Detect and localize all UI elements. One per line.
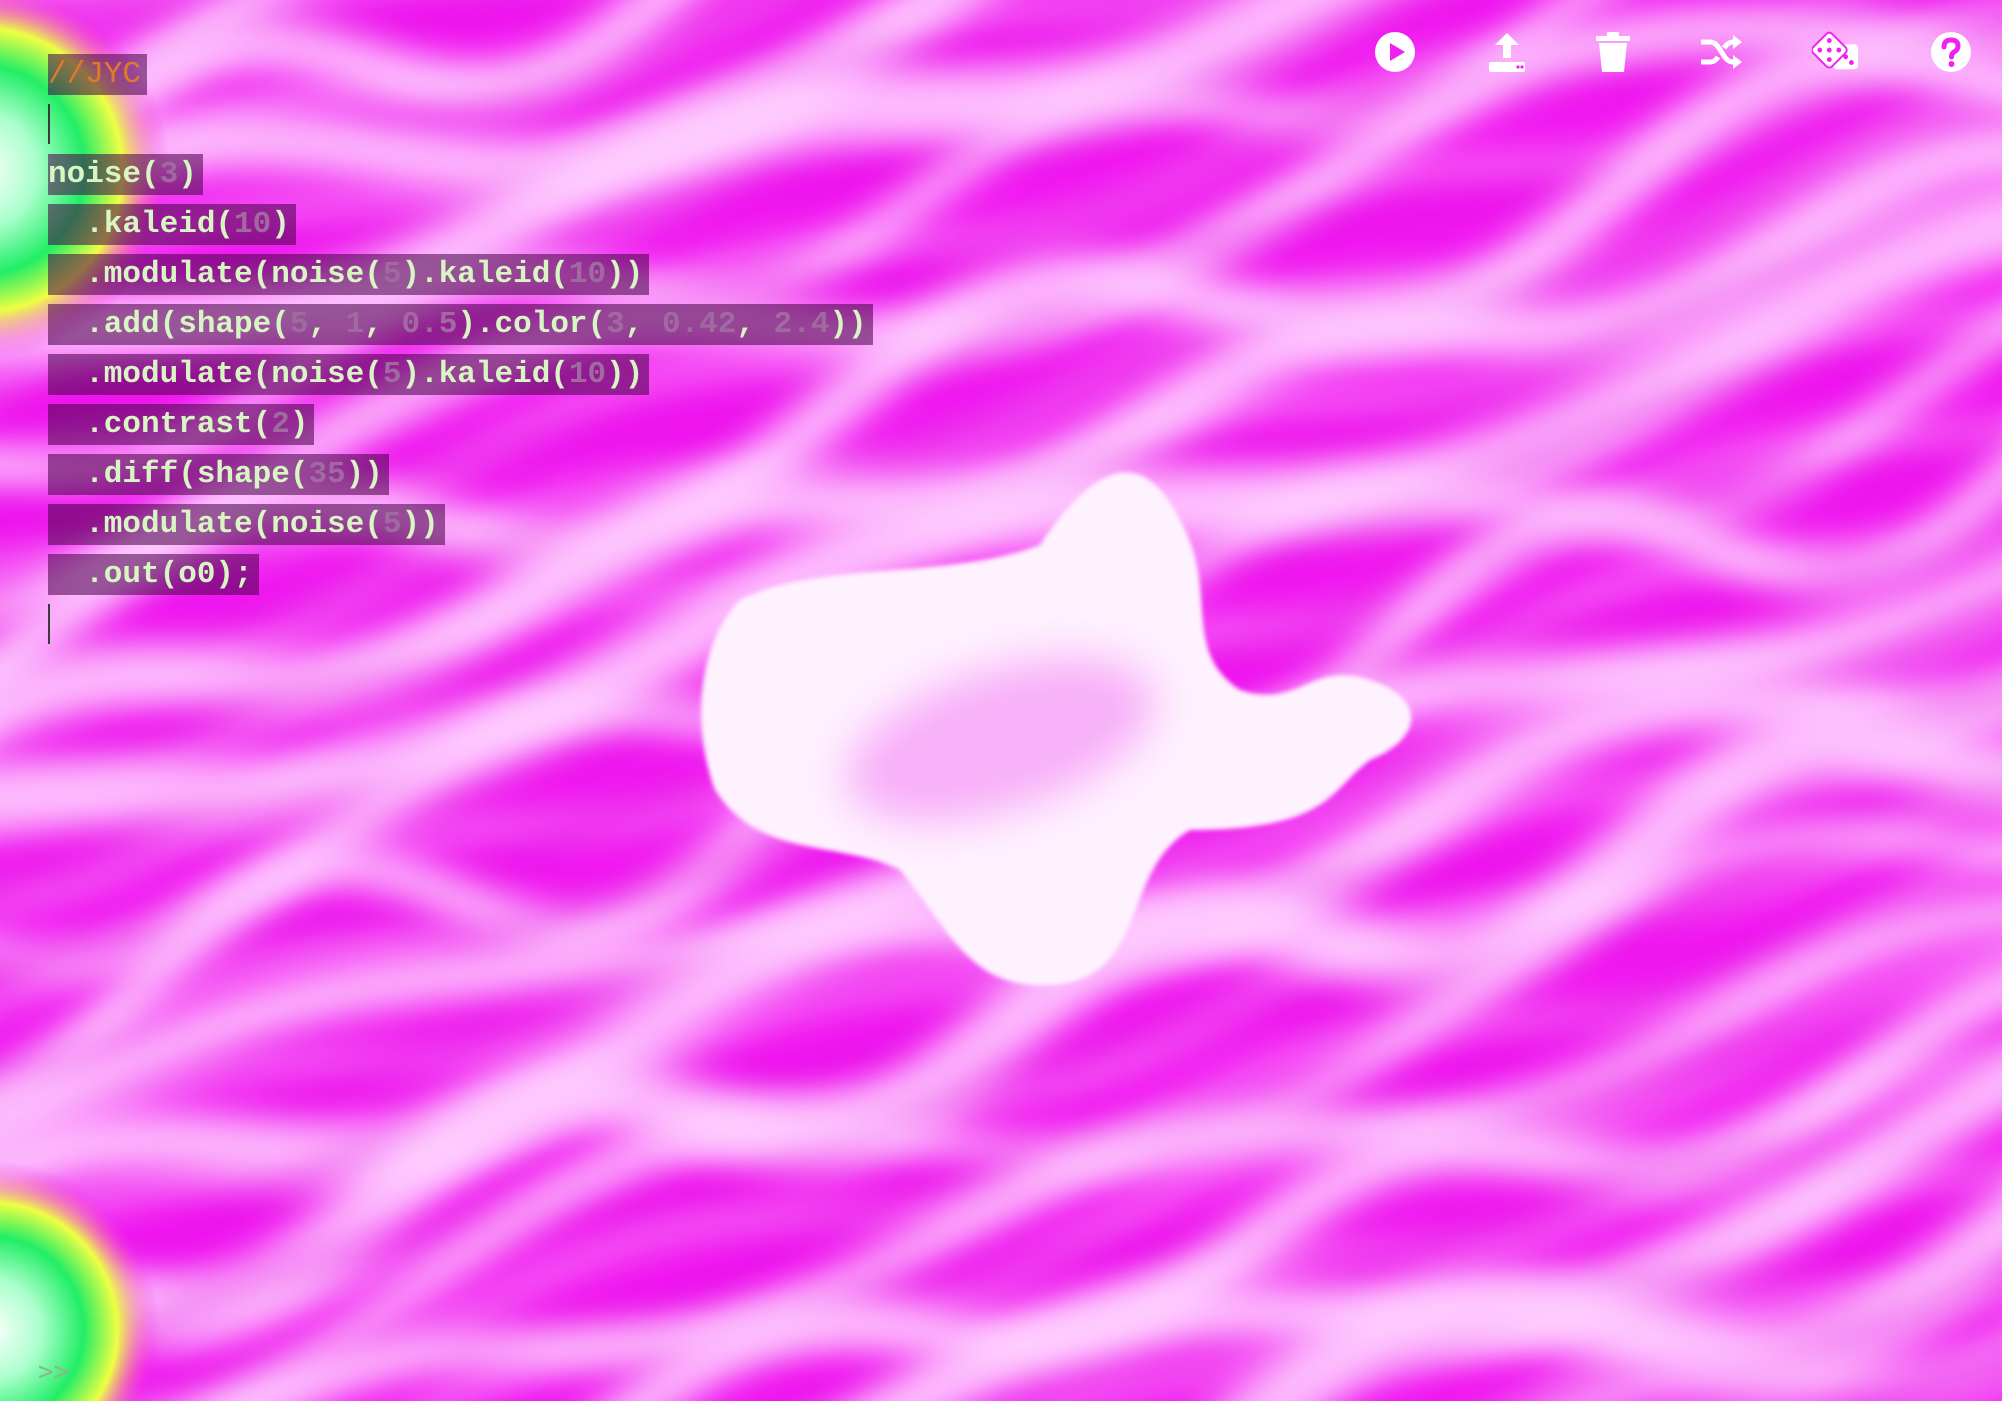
play-circle-icon — [1375, 32, 1415, 72]
code-number: 1 — [345, 307, 365, 342]
console-prompt: >> — [38, 1357, 70, 1387]
play-button[interactable] — [1370, 28, 1420, 76]
code-token: .kaleid( — [48, 207, 235, 242]
code-token: noise( — [48, 157, 160, 192]
code-line-text: .diff(shape(35)) — [48, 454, 389, 495]
code-number: 2.4 — [773, 307, 830, 342]
code-line: .modulate(noise(5).kaleid(10)) — [48, 250, 873, 300]
code-token: )) — [345, 457, 383, 492]
code-line-text: .contrast(2) — [48, 404, 315, 445]
code-editor[interactable]: //JYC noise(3) .kaleid(10) .modulate(noi… — [48, 50, 873, 650]
code-token: ) — [271, 207, 290, 242]
random-button[interactable] — [1812, 28, 1862, 76]
upload-icon — [1489, 33, 1525, 72]
shuffle-button[interactable] — [1696, 28, 1746, 76]
help-button[interactable] — [1926, 28, 1976, 76]
code-number: 0.5 — [401, 307, 458, 342]
code-line: .kaleid(10) — [48, 200, 873, 250]
code-number: 2 — [271, 407, 290, 442]
code-line: .diff(shape(35)) — [48, 450, 873, 500]
code-token: .contrast( — [48, 407, 272, 442]
code-line-empty — [48, 600, 873, 650]
text-cursor — [48, 603, 50, 644]
code-token: )) — [606, 257, 644, 292]
code-number: 10 — [234, 207, 272, 242]
code-line-text: .modulate(noise(5)) — [48, 504, 445, 545]
code-token: .modulate(noise( — [48, 257, 383, 292]
code-line: .modulate(noise(5).kaleid(10)) — [48, 350, 873, 400]
code-token: )) — [829, 307, 867, 342]
code-line: .contrast(2) — [48, 400, 873, 450]
code-number: 0.42 — [661, 307, 737, 342]
code-line-text: .out(o0); — [48, 554, 259, 595]
help-circle-icon — [1931, 32, 1971, 72]
code-line-text: .modulate(noise(5).kaleid(10)) — [48, 254, 650, 295]
code-token: .modulate(noise( — [48, 507, 383, 542]
code-line: noise(3) — [48, 150, 873, 200]
code-number: 5 — [382, 507, 402, 542]
text-cursor — [48, 103, 50, 144]
code-token: ) — [178, 157, 197, 192]
code-line-text: .add(shape(5, 1, 0.5).color(3, 0.42, 2.4… — [48, 304, 873, 345]
code-comment: //JYC — [48, 54, 148, 95]
shuffle-icon — [1701, 35, 1742, 69]
trash-icon — [1596, 32, 1630, 72]
code-line-text: .kaleid(10) — [48, 204, 296, 245]
code-line-empty — [48, 100, 873, 150]
code-token: ).kaleid( — [401, 357, 569, 392]
code-token: .add(shape( — [48, 307, 290, 342]
code-line-text: noise(3) — [48, 154, 203, 195]
code-number: 5 — [289, 307, 309, 342]
code-token: ).kaleid( — [401, 257, 569, 292]
code-token: )) — [606, 357, 644, 392]
code-token: ) — [289, 407, 309, 442]
code-token: , — [308, 307, 346, 342]
code-token: , — [736, 307, 774, 342]
code-line: .modulate(noise(5)) — [48, 500, 873, 550]
code-number: 5 — [382, 257, 402, 292]
code-token: , — [624, 307, 662, 342]
code-line-text: .modulate(noise(5).kaleid(10)) — [48, 354, 650, 395]
code-number: 35 — [308, 457, 346, 492]
code-token: .diff(shape( — [48, 457, 309, 492]
clear-button[interactable] — [1588, 28, 1638, 76]
code-line-comment: //JYC — [48, 50, 873, 100]
code-token: , — [364, 307, 402, 342]
code-lines: noise(3) .kaleid(10) .modulate(noise(5).… — [48, 150, 873, 600]
code-line: .out(o0); — [48, 550, 873, 600]
code-number: 3 — [159, 157, 179, 192]
code-token: )) — [401, 507, 439, 542]
code-number: 10 — [568, 257, 607, 292]
code-number: 3 — [606, 307, 625, 342]
code-number: 5 — [382, 357, 402, 392]
code-number: 10 — [568, 357, 607, 392]
dice-icon — [1812, 31, 1859, 70]
code-token: .out(o0); — [48, 557, 253, 592]
code-line: .add(shape(5, 1, 0.5).color(3, 0.42, 2.4… — [48, 300, 873, 350]
code-token: ).color( — [457, 307, 607, 342]
upload-button[interactable] — [1482, 28, 1532, 76]
code-token: .modulate(noise( — [48, 357, 383, 392]
